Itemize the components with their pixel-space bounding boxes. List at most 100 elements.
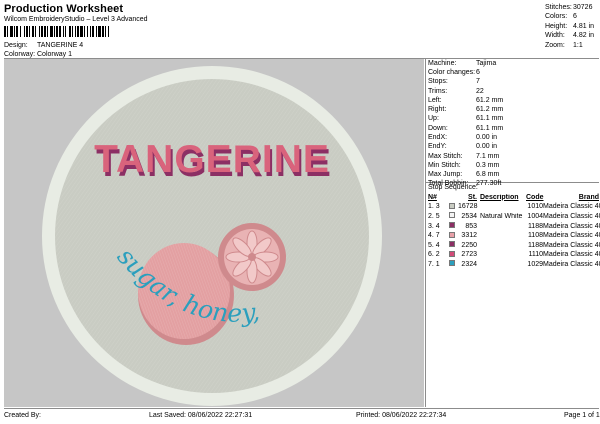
machine-row: Right: 61.2 mm	[428, 105, 598, 114]
stop-number: 2. 5	[428, 212, 440, 220]
machine-row: EndX: 0.00 in	[428, 133, 598, 142]
machine-label: Right:	[428, 106, 447, 114]
embroidery-patch: TANGERINE TANGERINE sugar, honey, sweet	[4, 59, 382, 406]
meta-value: TANGERINE 4	[37, 41, 84, 49]
color-swatch	[449, 250, 458, 260]
machine-row: Max Jump: 6.8 mm	[428, 171, 598, 180]
stop-brand: Madeira Classic 40	[543, 212, 600, 220]
meta-label: Design:	[4, 41, 28, 49]
stop-row: 5. 4 2250 1188 Madeira Classic 40	[428, 241, 600, 251]
machine-label: Stops:	[428, 78, 448, 86]
summary-label: Colors:	[545, 13, 568, 21]
stop-brand: Madeira Classic 40	[543, 260, 600, 268]
stop-number: 4. 7	[428, 232, 440, 240]
swatch-chip	[449, 241, 455, 248]
swatch-chip	[449, 260, 455, 267]
design-summary: Stitches: 30726 Colors: 6 Height: 4.81 in W…	[545, 3, 599, 51]
swatch-chip	[449, 250, 455, 257]
stop-row: 1. 3 16728 1010 Madeira Classic 40	[428, 202, 600, 213]
machine-row: Color changes: 6	[428, 68, 598, 77]
summary-label: Zoom:	[545, 41, 565, 49]
machine-value: 277.30ft	[476, 180, 502, 188]
stop-stitches: 853	[465, 222, 477, 230]
footer-printed: Printed: 08/06/2022 22:27:34	[356, 412, 447, 419]
machine-row: Max Stitch: 7.1 mm	[428, 152, 598, 161]
stop-stitches: 2534	[461, 212, 477, 220]
machine-row: EndY: 0.00 in	[428, 143, 598, 152]
stop-sequence-header: N# St. Description Code Brand	[428, 193, 599, 203]
stop-row: 3. 4 853 1188 Madeira Classic 40	[428, 222, 600, 232]
stop-number: 7. 1	[428, 260, 440, 268]
machine-row: Left: 61.2 mm	[428, 96, 598, 105]
machine-row: Stops: 7	[428, 78, 598, 87]
header-brand: Brand	[578, 193, 599, 201]
summary-label: Height:	[545, 22, 568, 30]
machine-value: 7.1 mm	[476, 152, 500, 160]
footer-last-saved: Last Saved: 08/06/2022 22:27:31	[149, 412, 253, 419]
header-description: Description	[480, 193, 519, 201]
stop-code: 1110	[528, 251, 543, 259]
panel-divider	[425, 59, 426, 407]
machine-value: 6	[476, 68, 480, 76]
stop-description: Natural White	[480, 212, 523, 220]
machine-label: EndY:	[428, 143, 447, 151]
swatch-chip	[449, 202, 455, 209]
stop-code: 1010	[527, 203, 543, 211]
stop-code: 1188	[527, 222, 543, 230]
barcode-bar	[109, 26, 111, 37]
summary-row-stitches: Stitches: 30726	[545, 3, 599, 13]
summary-label: Width:	[545, 32, 565, 40]
footer-divider	[4, 408, 599, 409]
machine-label: Min Stitch:	[428, 161, 461, 169]
machine-value: Tajima	[476, 59, 497, 67]
summary-value: 1:1	[573, 41, 583, 49]
machine-label: Down:	[428, 124, 448, 132]
machine-value: 61.1 mm	[476, 124, 504, 132]
machine-value: 6.8 mm	[476, 171, 500, 179]
header-code: Code	[526, 193, 544, 201]
stop-code: 1029	[527, 260, 543, 268]
stop-brand: Madeira Classic 40	[543, 203, 600, 211]
stop-stitches: 16728	[458, 203, 478, 211]
header-stitches: St.	[468, 193, 477, 201]
worksheet-title: Production Worksheet	[4, 3, 124, 15]
stop-stitches: 2250	[461, 241, 477, 249]
stop-stitches: 3312	[461, 232, 477, 240]
stop-sequence-table: N# St. Description Code Brand 1. 3 16728 1…	[428, 193, 600, 270]
summary-label: Stitches:	[545, 3, 572, 11]
stop-number: 3. 4	[428, 222, 440, 230]
stop-sequence-title: Stop Sequence:	[428, 184, 478, 191]
machine-info: Machine: Tajima Color changes: 6 Stops: 7 Trim…	[428, 59, 598, 189]
machine-row: Up: 61.1 mm	[428, 115, 598, 124]
machine-row: Min Stitch: 0.3 mm	[428, 161, 598, 170]
machine-value: 7	[476, 78, 480, 86]
stop-row: 6. 2 2723 1110 Madeira Classic 40	[428, 250, 600, 261]
machine-row: Trims: 22	[428, 87, 598, 96]
stop-number: 1. 3	[428, 203, 440, 211]
summary-value: 4.82 in	[573, 32, 595, 40]
barcode	[4, 26, 156, 37]
stop-brand: Madeira Classic 40	[543, 232, 600, 240]
machine-label: Machine:	[428, 59, 457, 67]
machine-label: Left:	[428, 96, 442, 104]
footer-created-by: Created By:	[4, 412, 41, 419]
color-swatch	[449, 260, 458, 269]
machine-value: 0.3 mm	[476, 161, 500, 169]
machine-value: 22	[476, 87, 484, 95]
color-swatch	[449, 231, 458, 241]
machine-value: 0.00 in	[476, 143, 498, 151]
design-preview: TANGERINE TANGERINE sugar, honey, sweet	[4, 59, 424, 407]
machine-label: Up:	[428, 115, 439, 123]
stop-brand: Madeira Classic 40	[543, 222, 600, 230]
summary-row-width: Width: 4.82 in	[545, 32, 599, 42]
swatch-chip	[449, 231, 455, 238]
swatch-chip	[449, 222, 455, 229]
machine-label: Max Jump:	[428, 171, 463, 179]
swatch-chip	[449, 212, 455, 219]
color-swatch	[449, 202, 458, 212]
summary-value: 4.81 in	[573, 22, 595, 30]
stop-brand: Madeira Classic 40	[543, 241, 600, 249]
stop-code: 1004	[527, 212, 543, 220]
summary-value: 6	[573, 13, 577, 21]
color-swatch	[449, 212, 458, 221]
